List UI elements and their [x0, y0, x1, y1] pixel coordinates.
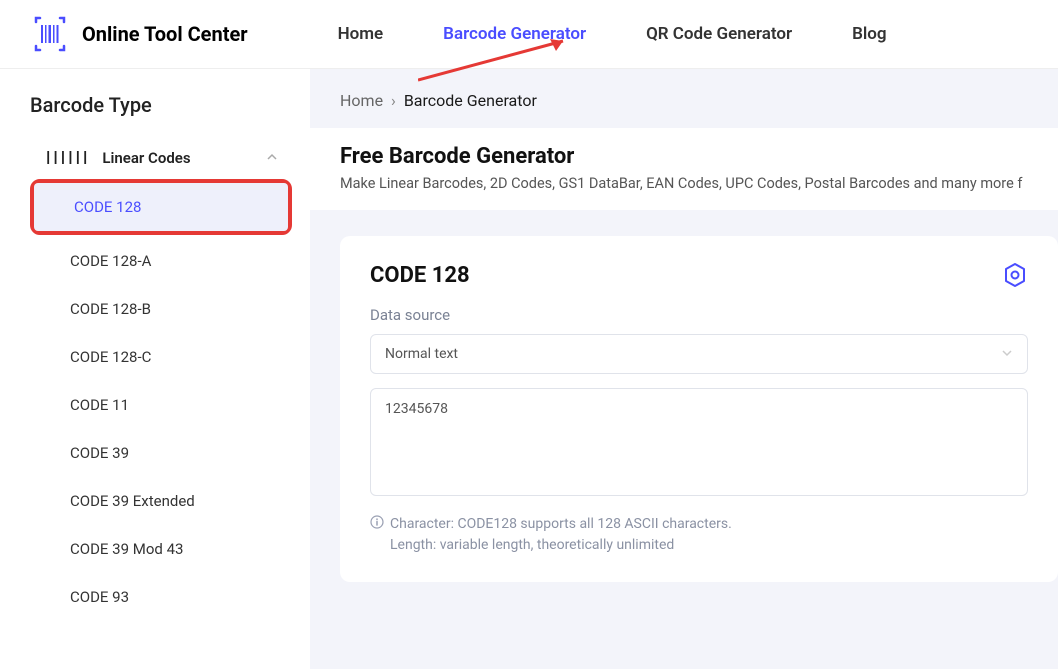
card-title: CODE 128 — [370, 263, 470, 288]
page-title: Free Barcode Generator — [340, 144, 1028, 169]
barcode-icon: |||||| — [44, 150, 88, 166]
sidebar-item-code-11[interactable]: CODE 11 — [30, 381, 292, 429]
nav-home[interactable]: Home — [338, 24, 384, 44]
sidebar-item-code-128-a[interactable]: CODE 128-A — [30, 237, 292, 285]
page-subtitle: Make Linear Barcodes, 2D Codes, GS1 Data… — [340, 175, 1028, 192]
sidebar-item-code-39[interactable]: CODE 39 — [30, 429, 292, 477]
sidebar-item-code-39-extended[interactable]: CODE 39 Extended — [30, 477, 292, 525]
nav-qr-code-generator[interactable]: QR Code Generator — [646, 24, 792, 44]
hint-line-2: Length: variable length, theoretically u… — [390, 535, 732, 556]
sidebar-item-code-128-c[interactable]: CODE 128-C — [30, 333, 292, 381]
annotation-highlight-box: CODE 128 — [30, 179, 292, 235]
breadcrumb-home[interactable]: Home — [340, 91, 383, 110]
sidebar-item-code-128-b[interactable]: CODE 128-B — [30, 285, 292, 333]
hero-banner: Free Barcode Generator Make Linear Barco… — [310, 128, 1058, 210]
barcode-logo-icon — [30, 14, 70, 54]
data-source-label: Data source — [370, 306, 1028, 324]
settings-icon[interactable] — [1002, 262, 1028, 288]
sidebar-item-code-93[interactable]: CODE 93 — [30, 573, 292, 621]
chevron-up-icon — [266, 149, 278, 167]
sidebar-item-code-128[interactable]: CODE 128 — [34, 183, 288, 231]
hint-text: Character: CODE128 supports all 128 ASCI… — [370, 514, 1028, 556]
category-label: Linear Codes — [102, 149, 190, 167]
header: Online Tool Center Home Barcode Generato… — [0, 0, 1058, 69]
barcode-data-input[interactable] — [370, 388, 1028, 496]
sidebar-title: Barcode Type — [30, 93, 292, 117]
select-value: Normal text — [385, 346, 458, 362]
generator-card: CODE 128 Data source Normal text — [340, 236, 1058, 582]
brand-name: Online Tool Center — [82, 22, 248, 46]
chevron-right-icon: › — [391, 91, 396, 110]
main-content: Home › Barcode Generator Free Barcode Ge… — [310, 69, 1058, 669]
sidebar: Barcode Type |||||| Linear Codes CODE 12… — [0, 69, 310, 669]
sidebar-item-code-39-mod-43[interactable]: CODE 39 Mod 43 — [30, 525, 292, 573]
breadcrumb: Home › Barcode Generator — [310, 69, 1058, 128]
main-nav: Home Barcode Generator QR Code Generator… — [338, 24, 887, 44]
chevron-down-icon — [1001, 347, 1013, 362]
info-icon — [370, 515, 384, 556]
hint-line-1: Character: CODE128 supports all 128 ASCI… — [390, 514, 732, 535]
data-source-select[interactable]: Normal text — [370, 334, 1028, 374]
nav-barcode-generator[interactable]: Barcode Generator — [443, 24, 586, 44]
logo[interactable]: Online Tool Center — [30, 14, 248, 54]
nav-blog[interactable]: Blog — [852, 24, 887, 44]
breadcrumb-current: Barcode Generator — [404, 91, 537, 110]
sidebar-category-linear-codes[interactable]: |||||| Linear Codes — [30, 139, 292, 177]
